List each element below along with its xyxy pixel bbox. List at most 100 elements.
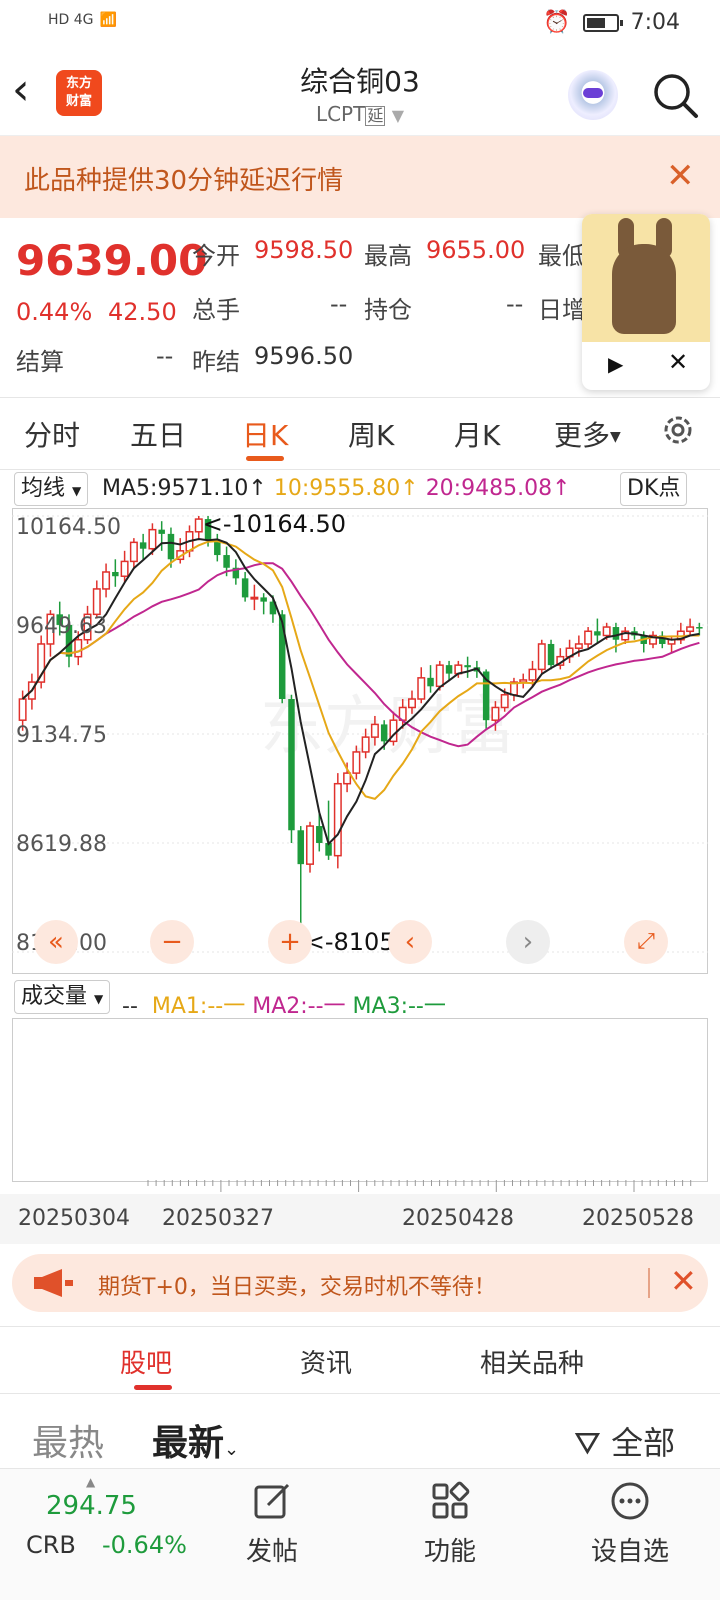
candle-body [547, 643, 555, 666]
candle-body [574, 643, 583, 649]
gear-icon[interactable] [660, 412, 696, 448]
tab-intraday[interactable]: 分时 [24, 414, 80, 454]
candle-body [316, 826, 323, 843]
candle-body [112, 571, 119, 577]
tab-weekly-k[interactable]: 周K [348, 414, 394, 454]
chevron-down-icon: ⌄ [224, 1439, 240, 1460]
candle-body [120, 560, 129, 577]
filter-button[interactable]: ⛛ 全部 [574, 1418, 675, 1464]
fullscreen-icon[interactable]: ⤢ [624, 920, 668, 964]
volume-selector[interactable]: 成交量 ▼ [14, 980, 111, 1014]
search-icon[interactable] [650, 70, 700, 120]
candle-body [306, 825, 315, 865]
ma20-readout: 20:9485.08↑ [425, 476, 571, 501]
dk-point-button[interactable]: DK点 [620, 472, 688, 506]
y-tick-label: 8619.88 [16, 832, 107, 857]
zoom-out-icon[interactable]: − [150, 920, 194, 964]
tab-stock-forum[interactable]: 股吧 [120, 1343, 172, 1380]
crb-index-value[interactable]: 294.75 [46, 1491, 137, 1521]
candle-body [158, 529, 165, 534]
ma10-readout: 10:9555.80↑ [273, 476, 419, 501]
ma5-readout: MA5:9571.10↑ [102, 476, 267, 501]
candle-body [427, 677, 434, 687]
candle-body [250, 596, 259, 600]
status-bar: HD 4G 📶 ⏰ 7:04 [0, 0, 720, 48]
candle-body [297, 830, 304, 865]
play-icon[interactable]: ▶ [608, 352, 623, 376]
floating-ad-card[interactable]: ▶ ✕ [582, 214, 710, 390]
zoom-in-icon[interactable]: + [268, 920, 312, 964]
tab-daily-k[interactable]: 日K [242, 414, 288, 454]
y-tick-label: 9649.63 [16, 614, 107, 639]
chevron-right-icon[interactable]: › [506, 920, 550, 964]
candle-body [92, 588, 101, 616]
vol-ma1-readout: MA1:--一 [151, 994, 246, 1019]
volume-ma-readout: -- MA1:--一 MA2:--一 MA3:--一 [122, 994, 446, 1019]
promo-banner[interactable]: 期货T+0，当日买卖，交易时机不等待！ ✕ [12, 1254, 708, 1312]
ad-character-image[interactable] [582, 214, 710, 342]
candle-body [602, 626, 611, 637]
add-watchlist-button[interactable]: 设自选 [570, 1481, 690, 1568]
date-label: 20250304 [18, 1206, 130, 1231]
candle-body [370, 723, 379, 738]
prev-settle-value: 9596.50 [254, 342, 354, 370]
active-tab-indicator [134, 1385, 172, 1390]
close-icon[interactable]: ✕ [668, 348, 688, 376]
kline-chart[interactable]: 东方财富 10164.509649.639134.758619.888105.0… [12, 508, 708, 974]
high-label: 最高 [364, 242, 412, 270]
more-icon [611, 1482, 649, 1520]
candle-body [223, 555, 230, 568]
tab-more[interactable]: 更多▼ [554, 414, 621, 454]
candle-body [194, 518, 203, 533]
sort-bar: 最热 最新⌄ ⛛ 全部 [0, 1408, 720, 1468]
candle-body [288, 699, 295, 831]
crb-index-name[interactable]: CRB [26, 1531, 76, 1559]
candle-body [528, 668, 537, 681]
candle-body [686, 626, 695, 633]
active-tab-indicator [246, 456, 284, 461]
tab-monthly-k[interactable]: 月K [454, 414, 500, 454]
volume-chart[interactable] [12, 1018, 708, 1182]
date-axis: 20250304 20250327 20250428 20250528 [0, 1194, 720, 1244]
date-label: 20250528 [582, 1206, 694, 1231]
change-value: 42.50 [108, 298, 177, 326]
signal-indicator: HD 4G [48, 12, 94, 28]
assistant-robot-icon[interactable] [568, 70, 618, 120]
watermark: 东方财富 [260, 690, 516, 762]
sort-hot-button[interactable]: 最热 [32, 1414, 104, 1466]
battery-icon [582, 13, 623, 32]
rewind-icon[interactable]: « [34, 920, 78, 964]
candle-body [445, 665, 453, 674]
candle-body [435, 664, 444, 688]
candle-body [361, 736, 370, 753]
tab-five-day[interactable]: 五日 [130, 414, 186, 454]
open-value: 9598.50 [254, 236, 354, 264]
vol-ma2-readout: MA2:--一 [252, 994, 346, 1019]
candle-body [343, 772, 352, 785]
filter-icon: ⛛ [574, 1424, 601, 1462]
candle-body [594, 631, 601, 636]
chevron-left-icon[interactable]: ‹ [388, 920, 432, 964]
close-icon[interactable]: ✕ [670, 1262, 697, 1300]
post-button[interactable]: 发帖 [212, 1481, 332, 1568]
candle-body [500, 694, 509, 709]
candle-body [352, 751, 361, 774]
last-price: 9639.00 [16, 236, 208, 285]
bottom-toolbar: ▲ 294.75 CRB -0.64% 发帖 功能 设自选 [0, 1468, 720, 1600]
candle-body [129, 541, 138, 563]
low-label: 最低 [538, 242, 586, 270]
settle-value: -- [156, 342, 174, 370]
candle-body [260, 597, 267, 602]
tab-news[interactable]: 资讯 [300, 1343, 352, 1380]
indicator-selector[interactable]: 均线 ▼ [14, 472, 89, 506]
close-icon[interactable]: ✕ [666, 156, 695, 196]
crb-index-change[interactable]: -0.64% [102, 1531, 187, 1559]
date-label: 20250428 [402, 1206, 514, 1231]
sort-new-button[interactable]: 最新⌄ [152, 1414, 239, 1466]
candle-body [417, 677, 426, 700]
functions-button[interactable]: 功能 [390, 1481, 510, 1568]
tab-related[interactable]: 相关品种 [480, 1343, 584, 1380]
position-label: 持仓 [364, 296, 412, 324]
promo-text: 期货T+0，当日买卖，交易时机不等待！ [98, 1275, 496, 1300]
time-axis-ticks [147, 1180, 692, 1192]
